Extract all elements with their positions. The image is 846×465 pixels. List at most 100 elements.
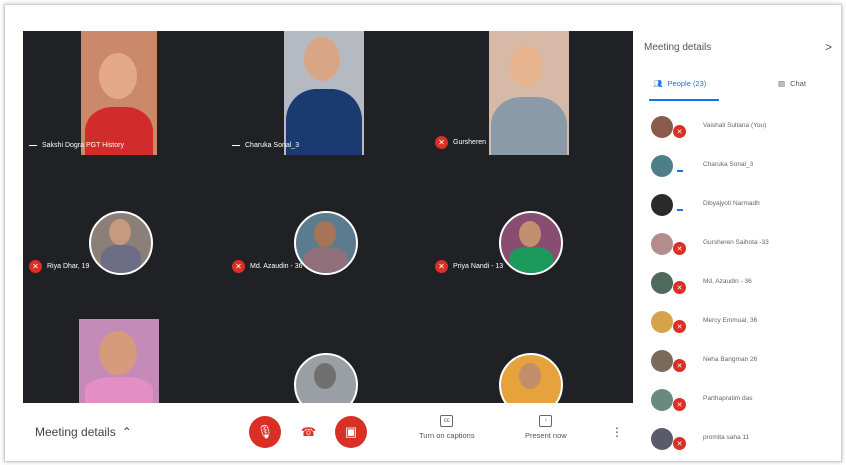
camera-off-icon: ▣ [344, 424, 358, 439]
tab-chat[interactable]: ▤ Chat [778, 79, 806, 88]
avatar [651, 116, 673, 138]
participant-tile[interactable] [23, 279, 226, 403]
avatar [651, 272, 673, 294]
captions-icon: cc [440, 415, 454, 427]
mic-off-icon: ✕ [673, 398, 686, 411]
mic-off-icon: ✕ [232, 260, 245, 273]
present-icon: ↑ [539, 415, 553, 427]
people-tab-label: People (23) [667, 79, 707, 88]
people-icon: 👥︎ [653, 79, 663, 88]
avatar [89, 211, 153, 275]
participant-name: Charuka Sonal_3 [245, 142, 300, 149]
more-vert-icon: ⋮ [611, 425, 623, 439]
participant-name: Md. Azaudin - 36 [250, 263, 303, 270]
camera-toggle-button[interactable]: ▣ [335, 416, 367, 448]
close-panel-button[interactable]: > [825, 40, 832, 54]
participant-tile[interactable]: ✕ Riya Dhar, 19 [23, 155, 226, 279]
leave-call-button[interactable]: ☎ [301, 425, 316, 439]
captions-button[interactable]: cc Turn on captions [419, 415, 475, 440]
meeting-controls-bar: Meeting details ⌃ 🎙︎ ☎ ▣ cc Turn on capt… [23, 403, 633, 461]
camera-indicator-icon [677, 209, 683, 211]
mic-off-icon: ✕ [673, 281, 686, 294]
person-name: Md. Azaudin - 36 [703, 278, 752, 285]
participant-tile[interactable]: Sakshi Dogra PGT History [23, 31, 226, 167]
people-list-item[interactable]: ✕ Gursheren Saihota -33 [647, 230, 832, 260]
people-list-item[interactable]: Charuka Sonal_3 [647, 152, 832, 182]
participant-tile[interactable]: ✕ Priya Nandi - 13 [429, 155, 632, 279]
mic-off-icon: 🎙︎ [256, 424, 274, 439]
mic-off-icon: ✕ [435, 136, 448, 149]
avatar [651, 428, 673, 450]
people-list-item[interactable]: ✕ Neha Bangman 26 [647, 347, 832, 377]
participant-name-tag: ✕ Gursheren [435, 136, 486, 149]
avatar [499, 353, 563, 403]
avatar [651, 155, 673, 177]
mic-off-icon: ✕ [673, 125, 686, 138]
participant-tile[interactable]: ✕ Gursheren [429, 31, 632, 167]
hangup-icon: ☎ [301, 425, 316, 439]
people-list-item[interactable]: ✕ Mercy Emmual, 36 [647, 308, 832, 338]
people-list-item[interactable]: ✕ Vaishali Sultana (You) [647, 113, 832, 143]
chat-icon: ▤ [778, 79, 786, 88]
participant-tile[interactable] [226, 279, 429, 403]
person-name: promita saha 11 [703, 434, 750, 441]
chevron-up-icon: ⌃ [121, 425, 132, 439]
chat-tab-label: Chat [790, 79, 806, 88]
person-name: Neha Bangman 26 [703, 356, 758, 363]
camera-indicator-icon [677, 170, 683, 172]
participant-name-tag: ✕ Riya Dhar, 19 [29, 260, 89, 273]
participant-name-tag: Charuka Sonal_3 [232, 142, 299, 149]
mic-off-icon: ✕ [29, 260, 42, 273]
pin-indicator [29, 145, 37, 146]
avatar [294, 353, 358, 403]
panel-title: Meeting details [644, 42, 712, 53]
avatar [651, 194, 673, 216]
people-list-item[interactable]: Dibyajyoti Narmadh [647, 191, 832, 221]
meeting-details-button[interactable]: Meeting details ⌃ [35, 425, 132, 439]
participant-grid: Sakshi Dogra PGT History Charuka Sonal_3… [23, 31, 633, 403]
person-name: Vaishali Sultana (You) [703, 122, 767, 129]
mic-off-icon: ✕ [673, 359, 686, 372]
avatar [294, 211, 358, 275]
meeting-details-panel: Meeting details > 👥︎ People (23) ▤ Chat … [633, 31, 841, 461]
mic-off-icon: ✕ [435, 260, 448, 273]
participant-name-tag: ✕ Md. Azaudin - 36 [232, 260, 303, 273]
participant-video [489, 31, 569, 167]
avatar [499, 211, 563, 275]
avatar [651, 389, 673, 411]
person-name: Gursheren Saihota -33 [703, 239, 769, 246]
person-name: Dibyajyoti Narmadh [703, 200, 760, 207]
participant-name-tag: ✕ Priya Nandi - 13 [435, 260, 503, 273]
participant-name: Sakshi Dogra PGT History [42, 142, 124, 149]
people-list-item[interactable]: ✕ Parthapratim das [647, 386, 832, 416]
captions-label: Turn on captions [419, 431, 475, 440]
participant-tile[interactable]: Charuka Sonal_3 [226, 31, 429, 167]
person-name: Mercy Emmual, 36 [703, 317, 758, 324]
pin-indicator [232, 145, 240, 146]
mic-toggle-button[interactable]: 🎙︎ [249, 416, 281, 448]
meet-window: Sakshi Dogra PGT History Charuka Sonal_3… [4, 4, 842, 462]
person-name: Parthapratim das [703, 395, 753, 402]
mic-off-icon: ✕ [673, 437, 686, 450]
avatar [651, 233, 673, 255]
present-label: Present now [525, 431, 567, 440]
participant-tile[interactable]: ✕ Md. Azaudin - 36 [226, 155, 429, 279]
participant-video [79, 319, 159, 403]
participant-name-tag: Sakshi Dogra PGT History [29, 142, 124, 149]
avatar [651, 311, 673, 333]
participant-name: Gursheren [453, 139, 487, 146]
tab-people[interactable]: 👥︎ People (23) [653, 79, 706, 88]
participant-name: Riya Dhar, 19 [47, 263, 90, 270]
mic-off-icon: ✕ [673, 320, 686, 333]
present-now-button[interactable]: ↑ Present now [525, 415, 567, 440]
people-list-item[interactable]: ✕ promita saha 11 [647, 425, 832, 455]
person-name: Charuka Sonal_3 [703, 161, 754, 168]
active-tab-indicator [649, 99, 719, 101]
more-options-button[interactable]: ⋮ [611, 425, 623, 439]
avatar [651, 350, 673, 372]
mic-off-icon: ✕ [673, 242, 686, 255]
participant-tile[interactable] [429, 279, 632, 403]
meeting-details-label: Meeting details [35, 425, 116, 439]
participant-name: Priya Nandi - 13 [453, 263, 504, 270]
people-list-item[interactable]: ✕ Md. Azaudin - 36 [647, 269, 832, 299]
